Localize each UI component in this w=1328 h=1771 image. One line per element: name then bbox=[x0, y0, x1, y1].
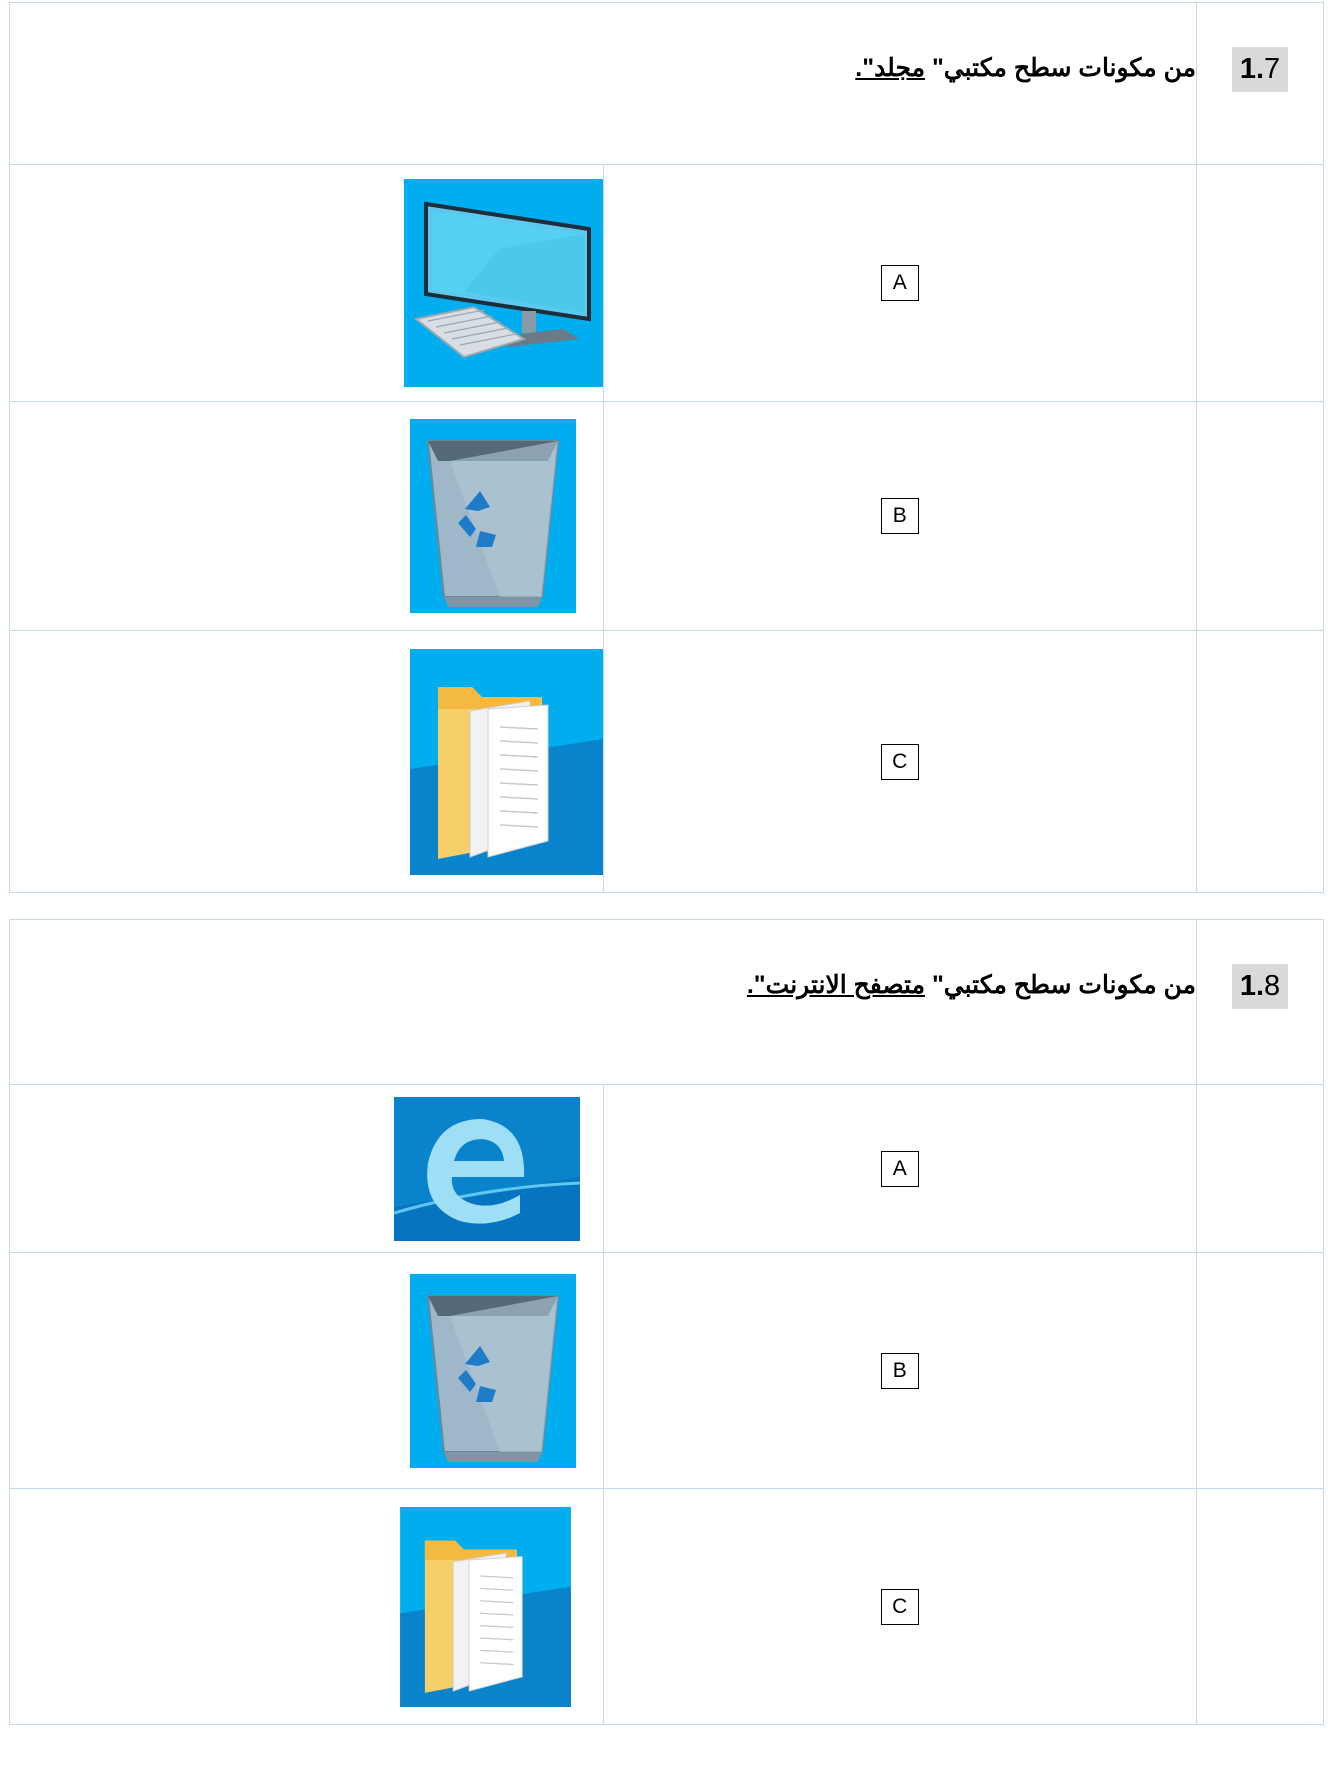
option-icon-cell bbox=[9, 1252, 604, 1489]
option-spacer bbox=[1196, 164, 1324, 402]
option-icon-cell bbox=[9, 1488, 604, 1725]
question-number: 1.7 bbox=[1231, 47, 1289, 92]
option-icon-cell bbox=[9, 164, 604, 402]
option-label-cell: C bbox=[602, 630, 1197, 893]
folder-icon[interactable] bbox=[409, 648, 603, 875]
question-number-cell: 1.7 bbox=[1196, 2, 1324, 165]
folder-icon[interactable] bbox=[389, 1506, 582, 1707]
option-spacer bbox=[1196, 1252, 1324, 1489]
option-spacer bbox=[1196, 630, 1324, 893]
edge-browser-icon[interactable] bbox=[393, 1096, 580, 1241]
option-icon-cell bbox=[9, 1084, 604, 1253]
option-label-b[interactable]: B bbox=[880, 498, 919, 534]
question-text: من مكونات سطح مكتبي" مجلد". bbox=[9, 2, 1197, 165]
option-label-b[interactable]: B bbox=[880, 1352, 919, 1389]
question-prefix: من مكونات سطح مكتبي" bbox=[925, 971, 1196, 999]
option-icon-cell bbox=[9, 401, 604, 631]
option-spacer bbox=[1196, 1488, 1324, 1725]
recycle-bin-icon[interactable] bbox=[409, 1273, 576, 1468]
question-prefix: من مكونات سطح مكتبي" bbox=[925, 54, 1196, 82]
question-header-row: من مكونات سطح مكتبي" متصفح الانترنت". 1.… bbox=[9, 919, 1324, 1085]
question-text: من مكونات سطح مكتبي" متصفح الانترنت". bbox=[9, 919, 1197, 1085]
question-table-2: من مكونات سطح مكتبي" متصفح الانترنت". 1.… bbox=[9, 919, 1324, 1725]
option-label-a[interactable]: A bbox=[880, 265, 919, 301]
option-row[interactable]: B bbox=[9, 401, 1324, 631]
option-label-cell: A bbox=[602, 1084, 1197, 1253]
option-label-c[interactable]: C bbox=[880, 1588, 919, 1625]
question-keyword: متصفح الانترنت". bbox=[746, 971, 925, 999]
question-number-cell: 1.8 bbox=[1196, 919, 1324, 1085]
option-spacer bbox=[1196, 1084, 1324, 1253]
option-row[interactable]: C bbox=[9, 630, 1324, 893]
question-table-1: من مكونات سطح مكتبي" مجلد". 1.7 A B C bbox=[9, 2, 1324, 893]
question-header-row: من مكونات سطح مكتبي" مجلد". 1.7 bbox=[9, 2, 1324, 165]
option-row[interactable]: C bbox=[9, 1488, 1324, 1725]
option-row[interactable]: A bbox=[9, 164, 1324, 402]
option-label-cell: B bbox=[602, 401, 1197, 631]
option-spacer bbox=[1196, 401, 1324, 631]
option-row[interactable]: B bbox=[9, 1252, 1324, 1489]
recycle-bin-icon[interactable] bbox=[409, 419, 576, 613]
question-number: 1.8 bbox=[1231, 964, 1289, 1009]
question-keyword: مجلد". bbox=[855, 54, 925, 82]
computer-icon[interactable] bbox=[403, 179, 603, 387]
option-label-a[interactable]: A bbox=[880, 1150, 919, 1187]
option-label-cell: C bbox=[602, 1488, 1197, 1725]
option-row[interactable]: A bbox=[9, 1084, 1324, 1253]
option-label-cell: B bbox=[602, 1252, 1197, 1489]
option-label-c[interactable]: C bbox=[880, 743, 919, 780]
option-icon-cell bbox=[9, 630, 604, 893]
option-label-cell: A bbox=[602, 164, 1197, 402]
